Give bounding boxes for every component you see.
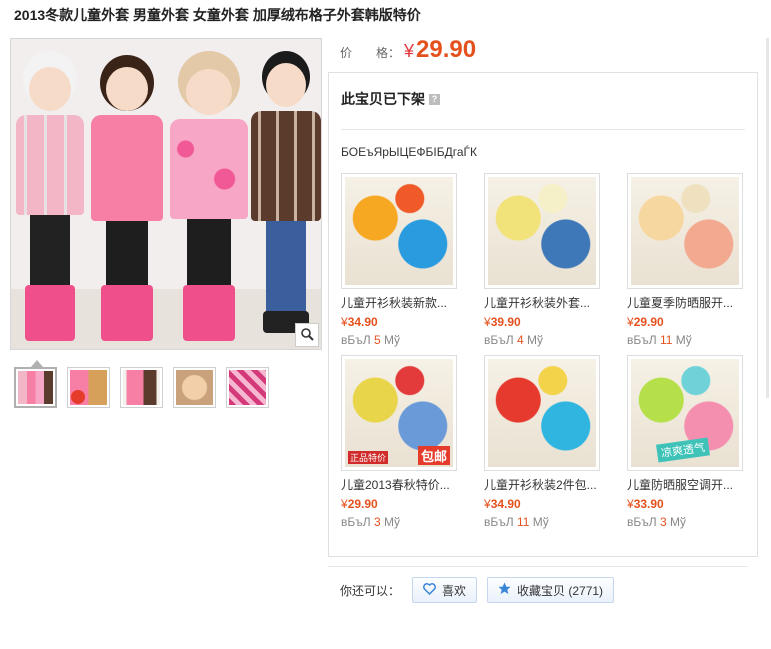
item-price-value: 29.90 — [347, 497, 378, 511]
divider — [341, 129, 745, 130]
item-name[interactable]: 儿童防晒服空调开... — [627, 476, 743, 493]
item-image[interactable] — [627, 173, 743, 289]
thumbnail-pointer — [31, 360, 43, 367]
item-image[interactable] — [341, 173, 457, 289]
sold-count: 11 — [516, 515, 530, 529]
model-kid-4 — [249, 49, 321, 349]
action-bar: 你还可以： 喜欢 收藏宝贝 (2771) — [340, 577, 615, 603]
list-item[interactable]: 儿童开衫秋装外套... ¥39.90 вБъЛ 4 Мў — [484, 173, 600, 347]
recommendations-heading: БОЕъЯрЫЦЕФБІБДгаЃК — [341, 145, 478, 159]
model-kid-3 — [167, 49, 251, 349]
item-price-value: 34.90 — [347, 315, 378, 329]
item-name[interactable]: 儿童夏季防晒服开... — [627, 294, 743, 311]
sold-count: 3 — [373, 515, 381, 529]
item-currency: ¥ — [484, 315, 491, 329]
sold-prefix: вБъЛ — [484, 333, 514, 347]
item-sold: вБъЛ 11 Мў — [484, 515, 600, 529]
item-price: ¥29.90 — [627, 315, 743, 329]
item-price-value: 29.90 — [633, 315, 664, 329]
item-name[interactable]: 儿童2013春秋特价... — [341, 476, 457, 493]
item-price-value: 34.90 — [490, 497, 521, 511]
sold-suffix: Мў — [675, 333, 692, 347]
item-image[interactable]: 正品特价 包邮 — [341, 355, 457, 471]
scrollbar[interactable] — [766, 38, 769, 398]
list-item[interactable]: 儿童开衫秋装2件包... ¥34.90 вБъЛ 11 Мў — [484, 355, 600, 529]
thumbnail-4[interactable] — [173, 367, 216, 408]
heart-icon — [423, 582, 436, 598]
item-price: ¥34.90 — [341, 315, 457, 329]
sold-prefix: вБъЛ — [341, 333, 371, 347]
item-name[interactable]: 儿童开衫秋装2件包... — [484, 476, 600, 493]
item-price: ¥29.90 — [341, 497, 457, 511]
product-title: 2013冬款儿童外套 男童外套 女童外套 加厚绒布格子外套韩版特价 — [14, 7, 421, 23]
item-price-value: 39.90 — [490, 315, 521, 329]
item-name[interactable]: 儿童开衫秋装外套... — [484, 294, 600, 311]
item-sold: вБъЛ 5 Мў — [341, 333, 457, 347]
sold-count: 4 — [516, 333, 524, 347]
promo-tag: 凉爽透气 — [656, 437, 710, 463]
item-sold: вБъЛ 4 Мў — [484, 333, 600, 347]
list-item[interactable]: 儿童夏季防晒服开... ¥29.90 вБъЛ 11 Мў — [627, 173, 743, 347]
like-label: 喜欢 — [442, 583, 467, 598]
item-currency: ¥ — [627, 315, 634, 329]
promo-small-label: 正品特价 — [348, 451, 389, 464]
model-kid-2 — [87, 49, 167, 349]
recommendations-grid: 儿童开衫秋装新款... ¥34.90 вБъЛ 5 Мў 儿童开衫秋装外套...… — [341, 173, 743, 529]
list-item[interactable]: 儿童开衫秋装新款... ¥34.90 вБъЛ 5 Мў — [341, 173, 457, 347]
item-sold: вБъЛ 3 Мў — [627, 515, 743, 529]
sold-suffix: Мў — [532, 515, 549, 529]
favorite-label: 收藏宝贝 (2771) — [517, 583, 604, 598]
main-product-image[interactable] — [10, 38, 322, 350]
item-price-value: 33.90 — [633, 497, 664, 511]
thumbnail-1[interactable] — [14, 367, 57, 408]
star-icon — [498, 582, 511, 598]
item-image[interactable] — [484, 173, 600, 289]
sold-count: 5 — [373, 333, 381, 347]
sold-prefix: вБъЛ — [341, 515, 371, 529]
item-currency: ¥ — [627, 497, 634, 511]
sold-prefix: вБъЛ — [484, 515, 514, 529]
item-image[interactable] — [484, 355, 600, 471]
sold-count: 11 — [659, 333, 673, 347]
magnifier-icon — [300, 327, 314, 344]
model-kid-1 — [13, 49, 87, 349]
item-price: ¥39.90 — [484, 315, 600, 329]
sold-suffix: Мў — [384, 515, 400, 529]
list-item[interactable]: 凉爽透气 儿童防晒服空调开... ¥33.90 вБъЛ 3 Мў — [627, 355, 743, 529]
item-currency: ¥ — [341, 315, 348, 329]
delisted-panel: 此宝贝已下架 ? БОЕъЯрЫЦЕФБІБДгаЃК 儿童开衫秋装新款... … — [328, 72, 758, 557]
sold-suffix: Мў — [527, 333, 543, 347]
item-price: ¥34.90 — [484, 497, 600, 511]
thumbnail-5[interactable] — [226, 367, 269, 408]
price-label: 价 格： — [340, 46, 401, 60]
favorite-button[interactable]: 收藏宝贝 (2771) — [487, 577, 615, 603]
thumbnail-2[interactable] — [67, 367, 110, 408]
sold-count: 3 — [659, 515, 667, 529]
price-row: 价 格： ¥ 29.90 — [340, 36, 476, 64]
divider — [328, 566, 748, 567]
help-icon[interactable]: ? — [429, 93, 440, 105]
price-value: 29.90 — [416, 36, 477, 63]
actions-label: 你还可以： — [340, 583, 401, 598]
item-currency: ¥ — [484, 497, 491, 511]
item-sold: вБъЛ 11 Мў — [627, 333, 743, 347]
thumbnail-3[interactable] — [120, 367, 163, 408]
item-image[interactable]: 凉爽透气 — [627, 355, 743, 471]
item-sold: вБъЛ 3 Мў — [341, 515, 457, 529]
price-currency: ¥ — [404, 41, 415, 61]
like-button[interactable]: 喜欢 — [412, 577, 478, 603]
sold-suffix: Мў — [670, 515, 686, 529]
item-price: ¥33.90 — [627, 497, 743, 511]
thumbnail-strip — [14, 367, 269, 408]
sold-prefix: вБъЛ — [627, 333, 657, 347]
delisted-title: 此宝贝已下架 — [341, 91, 425, 107]
promo-badge: 包邮 — [417, 446, 450, 465]
list-item[interactable]: 正品特价 包邮 儿童2013春秋特价... ¥29.90 вБъЛ 3 Мў — [341, 355, 457, 529]
panel-title: 此宝贝已下架 ? — [341, 89, 440, 109]
item-name[interactable]: 儿童开衫秋装新款... — [341, 294, 457, 311]
sold-prefix: вБъЛ — [627, 515, 657, 529]
zoom-button[interactable] — [295, 323, 319, 347]
item-currency: ¥ — [341, 497, 348, 511]
sold-suffix: Мў — [384, 333, 400, 347]
